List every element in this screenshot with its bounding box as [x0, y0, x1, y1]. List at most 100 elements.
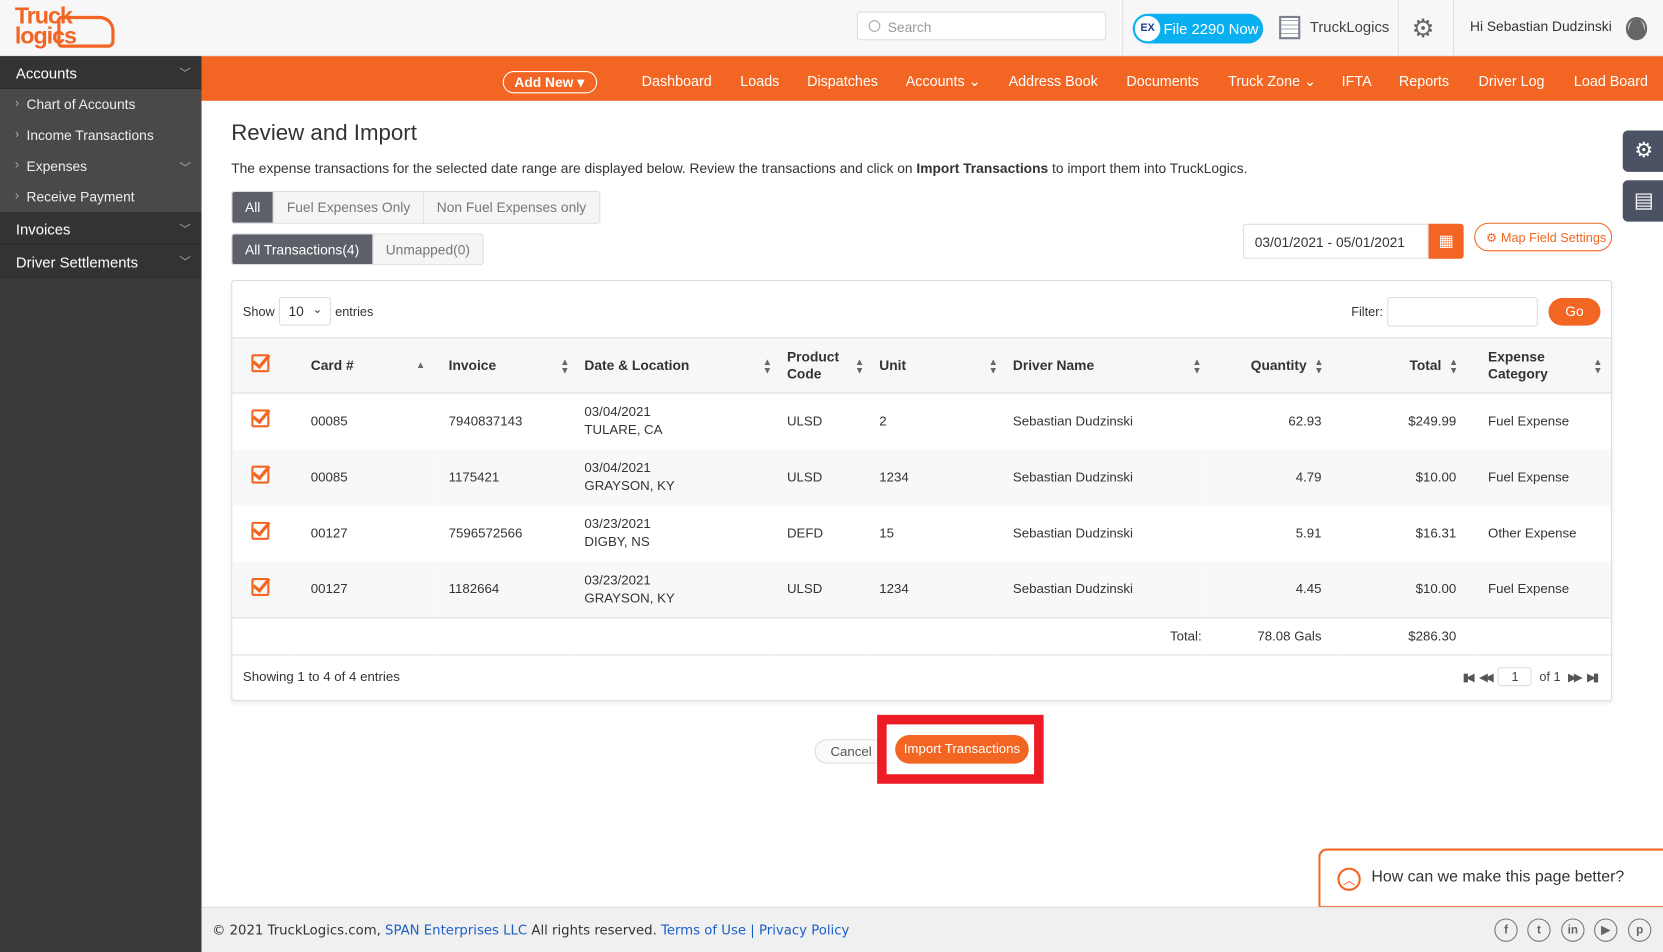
unit: 1234 — [879, 469, 909, 485]
first-page-icon[interactable]: ▮◀ — [1463, 670, 1475, 684]
nav-reports[interactable]: Reports — [1399, 73, 1449, 89]
col-card[interactable]: Card # ▲ — [296, 338, 434, 393]
card-number: 00085 — [310, 413, 348, 429]
invoice: 1182664 — [448, 581, 500, 597]
search-input[interactable]: Search — [856, 11, 1107, 41]
tab-all-transactions[interactable]: All Transactions(4) — [232, 234, 373, 265]
col-unit[interactable]: Unit ▲ ▼ — [864, 338, 998, 393]
company-link[interactable]: SPAN Enterprises LLC — [385, 922, 527, 938]
nav-dispatches[interactable]: Dispatches — [807, 73, 878, 89]
product-code: ULSD — [786, 469, 823, 485]
col-product-code[interactable]: Product Code ▲ ▼ — [772, 338, 864, 393]
col-date-location[interactable]: Date & Location ▲ ▼ — [570, 338, 772, 393]
select-all-checkbox[interactable] — [232, 338, 296, 393]
col-invoice[interactable]: Invoice ▲ ▼ — [434, 338, 570, 393]
nav-load-board[interactable]: Load Board — [1574, 73, 1648, 89]
gear-icon: ⚙ — [1485, 230, 1498, 245]
row-checkbox[interactable] — [232, 449, 296, 505]
next-page-icon[interactable]: ▶▶ — [1568, 670, 1583, 684]
map-field-settings-button[interactable]: ⚙ Map Field Settings — [1474, 222, 1613, 252]
nav-address-book[interactable]: Address Book — [1009, 73, 1098, 89]
pinterest-icon[interactable]: p — [1628, 918, 1652, 942]
sidebar-item-chart-of-accounts[interactable]: › Chart of Accounts — [0, 89, 202, 120]
divider — [1397, 0, 1399, 57]
filter-all[interactable]: All — [232, 191, 275, 223]
trucklogics-logo[interactable]: Truck logics — [15, 4, 117, 52]
nav-dashboard[interactable]: Dashboard — [642, 73, 712, 89]
file-2290-button[interactable]: EX File 2290 Now — [1132, 13, 1264, 44]
row-checkbox[interactable] — [232, 505, 296, 561]
desc-text: to import them into TruckLogics. — [1048, 160, 1248, 177]
nav-documents[interactable]: Documents — [1126, 73, 1198, 89]
last-page-icon[interactable]: ▶▮ — [1587, 670, 1599, 684]
sidebar-item-invoices[interactable]: Invoices ﹀ — [0, 212, 202, 245]
col-label: Expense Category — [1488, 348, 1548, 382]
table-info: Showing 1 to 4 of 4 entries — [242, 669, 400, 685]
col-quantity[interactable]: Quantity ▲ ▼ — [1202, 338, 1339, 393]
show-label: Show — [242, 304, 275, 320]
history-log-icon[interactable]: ▤ — [1622, 180, 1663, 222]
invoice: 7940837143 — [448, 413, 523, 429]
facebook-icon[interactable]: f — [1494, 918, 1518, 942]
sidebar-item-income-transactions[interactable]: › Income Transactions — [0, 119, 202, 151]
import-transactions-button[interactable]: Import Transactions — [895, 734, 1029, 764]
sidebar-item-driver-settlements[interactable]: Driver Settlements ﹀ — [0, 244, 202, 278]
sidebar-item-expenses[interactable]: › Expenses ﹀ — [0, 150, 202, 182]
col-driver[interactable]: Driver Name ▲ ▼ — [998, 338, 1202, 393]
unit: 1234 — [879, 581, 909, 597]
total: $249.99 — [1408, 413, 1457, 429]
sidebar-item-accounts[interactable]: Accounts ﹀ — [0, 56, 202, 90]
chevron-right-icon: › — [14, 156, 20, 172]
row-checkbox[interactable] — [232, 393, 296, 449]
table-row: 00085 7940837143 03/04/2021 TULARE, CA ULSD 2… — [232, 393, 1611, 449]
row-checkbox[interactable] — [232, 562, 296, 618]
nav-driver-log[interactable]: Driver Log — [1478, 73, 1544, 89]
linkedin-icon[interactable]: in — [1561, 918, 1585, 942]
filter-non-fuel-only[interactable]: Non Fuel Expenses only — [424, 191, 599, 223]
filter-fuel-only[interactable]: Fuel Expenses Only — [274, 191, 425, 223]
go-button[interactable]: Go — [1548, 298, 1601, 326]
page-length-select[interactable]: 10 ⌄ — [278, 296, 331, 326]
cancel-button[interactable]: Cancel — [814, 739, 883, 764]
product-code: DEFD — [786, 525, 824, 541]
search-placeholder: Search — [887, 19, 932, 35]
prev-page-icon[interactable]: ◀◀ — [1479, 670, 1494, 684]
col-label: Date & Location — [584, 356, 690, 373]
quantity: 4.79 — [1295, 469, 1322, 485]
divider — [1122, 0, 1124, 57]
sort-icon: ▲ ▼ — [1314, 355, 1324, 375]
terms-link[interactable]: Terms of Use — [661, 922, 746, 938]
tab-unmapped[interactable]: Unmapped(0) — [372, 234, 483, 265]
nav-loads[interactable]: Loads — [740, 73, 779, 89]
help-info-icon[interactable]: ⚙ — [1622, 130, 1663, 172]
date: 03/23/2021 — [584, 516, 651, 532]
settings-gear-icon[interactable]: ⚙ — [1412, 14, 1435, 45]
col-category[interactable]: Expense Category ▲ ▼ — [1473, 338, 1611, 393]
sidebar-item-receive-payment[interactable]: › Receive Payment — [0, 181, 202, 213]
nav-truck-zone[interactable]: Truck Zone ⌄ — [1228, 73, 1316, 90]
feedback-widget[interactable]: ︿ How can we make this page better? — [1318, 848, 1663, 908]
filter-input[interactable] — [1387, 296, 1538, 327]
card-number: 00127 — [310, 525, 348, 541]
privacy-link[interactable]: Privacy Policy — [759, 922, 849, 938]
chevron-down-icon: ﹀ — [179, 67, 191, 81]
company-name[interactable]: TruckLogics — [1310, 18, 1389, 35]
transactions-table: Card # ▲ Invoice ▲ ▼ Date & Location ▲ ▼ Prod… — [232, 337, 1612, 655]
add-new-button[interactable]: Add New ▾ — [502, 71, 598, 94]
col-label: Driver Name — [1012, 356, 1095, 373]
date-range-input[interactable]: 03/01/2021 - 05/01/2021 — [1243, 223, 1429, 259]
nav-accounts[interactable]: Accounts ⌄ — [906, 73, 981, 90]
user-greeting[interactable]: Hi Sebastian Dudzinski — [1470, 18, 1612, 34]
page-number-input[interactable]: 1 — [1498, 667, 1532, 687]
sidebar-label: Invoices — [15, 220, 71, 238]
col-total[interactable]: Total ▲ ▼ — [1338, 338, 1473, 393]
calendar-icon[interactable]: ▦ — [1428, 223, 1464, 259]
nav-label: Truck Zone — [1228, 73, 1301, 90]
divider — [1453, 0, 1455, 57]
date-location: 03/04/2021 GRAYSON, KY — [570, 449, 773, 505]
twitter-icon[interactable]: t — [1527, 918, 1551, 942]
nav-ifta[interactable]: IFTA — [1342, 73, 1372, 89]
expense-category: Fuel Expense — [1488, 469, 1570, 485]
youtube-icon[interactable]: ▶ — [1594, 918, 1618, 942]
user-avatar-icon[interactable] — [1625, 16, 1648, 41]
